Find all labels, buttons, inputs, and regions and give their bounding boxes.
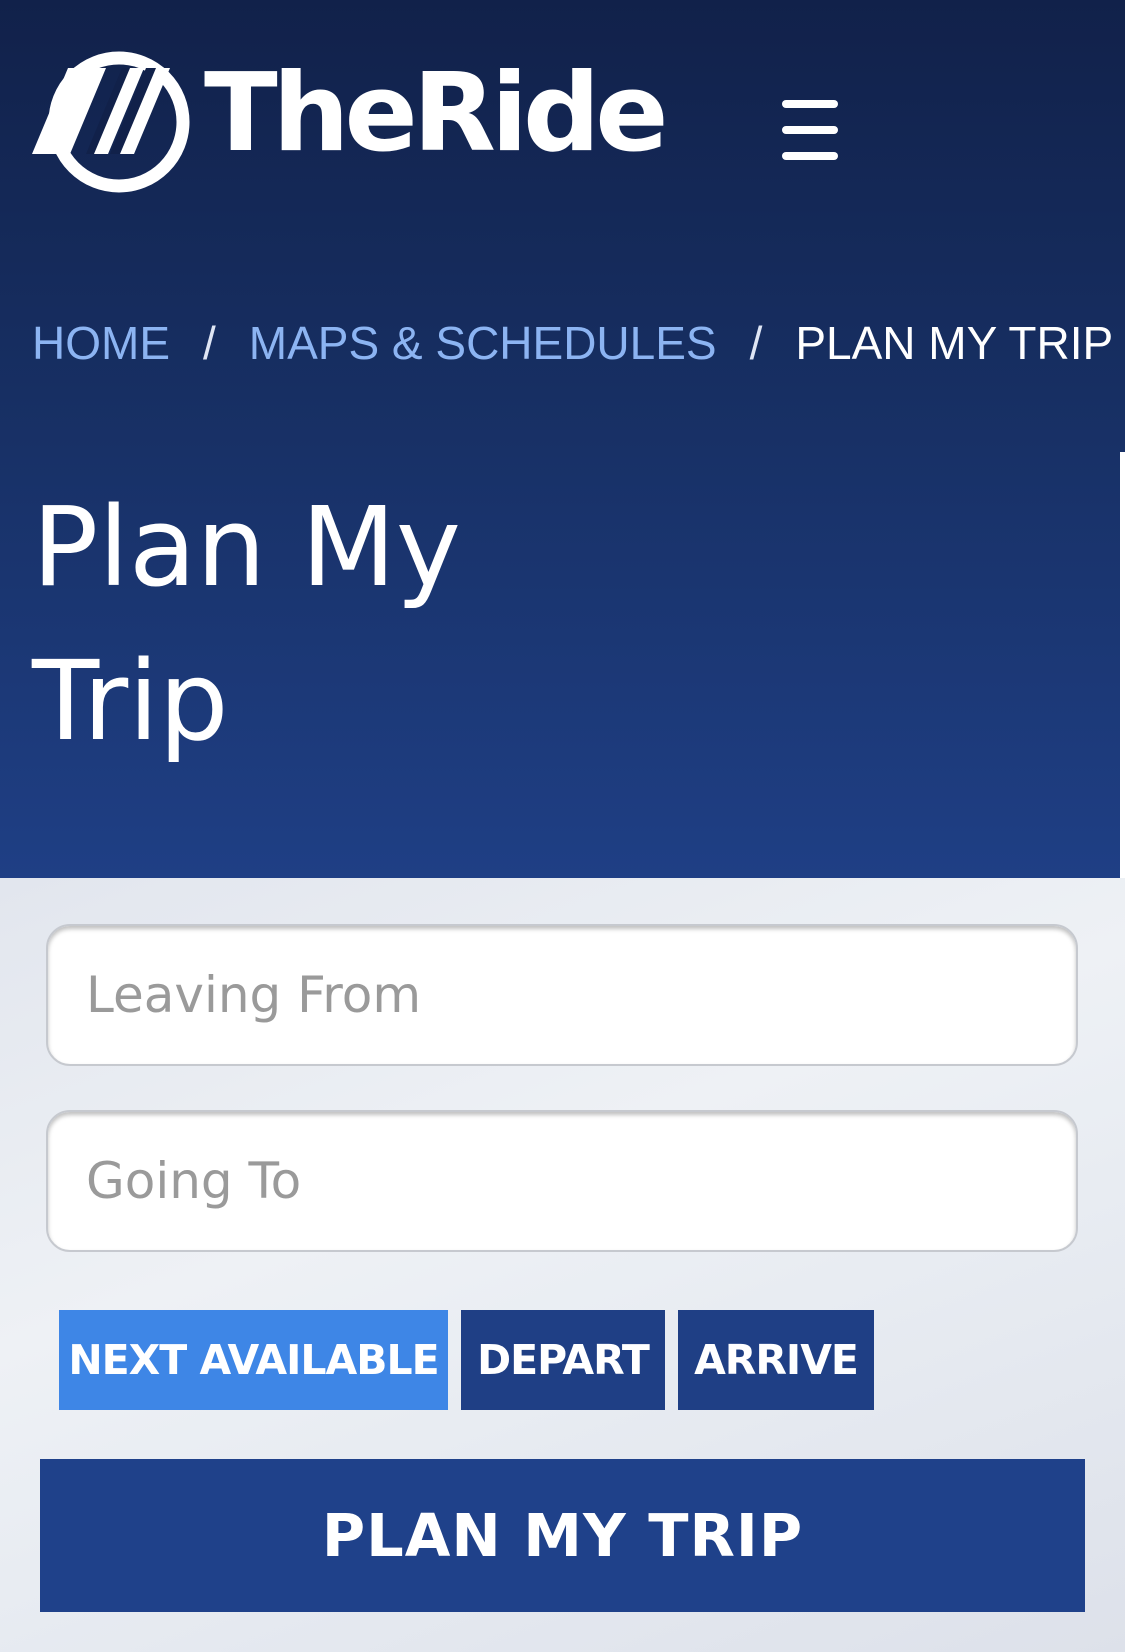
breadcrumb-separator: /	[749, 317, 763, 369]
breadcrumb: HOME / MAPS & SCHEDULES / PLAN MY TRIP	[32, 320, 1113, 366]
page-title-line-1: Plan My	[32, 483, 461, 611]
breadcrumb-maps-schedules-link[interactable]: MAPS & SCHEDULES	[249, 320, 717, 366]
page-title: Plan My Trip	[32, 470, 532, 778]
menu-bar-middle	[782, 126, 838, 134]
next-available-button[interactable]: NEXT AVAILABLE	[59, 1310, 448, 1410]
page-edge	[1120, 452, 1125, 878]
breadcrumb-home-link[interactable]: HOME	[32, 320, 170, 366]
theride-logo-icon	[32, 51, 190, 193]
hamburger-menu-icon[interactable]	[782, 100, 848, 160]
breadcrumb-separator: /	[203, 317, 216, 369]
theride-logo[interactable]: TheRide	[28, 46, 669, 198]
leaving-from-input[interactable]	[46, 924, 1078, 1066]
breadcrumb-current: PLAN MY TRIP	[795, 317, 1114, 369]
plan-my-trip-button[interactable]: PLAN MY TRIP	[40, 1459, 1085, 1612]
menu-bar-bottom	[782, 152, 838, 160]
depart-button[interactable]: DEPART	[461, 1310, 665, 1410]
arrive-button[interactable]: ARRIVE	[678, 1310, 874, 1410]
page-title-line-2: Trip	[32, 637, 229, 765]
going-to-input[interactable]	[46, 1110, 1078, 1252]
hero-header: TheRide HOME / MAPS & SCHEDULES / PLAN M…	[0, 0, 1125, 878]
time-mode-toggle: NEXT AVAILABLE DEPART ARRIVE	[59, 1310, 874, 1410]
menu-bar-top	[782, 100, 838, 108]
logo-text: TheRide	[204, 51, 669, 176]
trip-planner-form: NEXT AVAILABLE DEPART ARRIVE PLAN MY TRI…	[0, 878, 1125, 1652]
